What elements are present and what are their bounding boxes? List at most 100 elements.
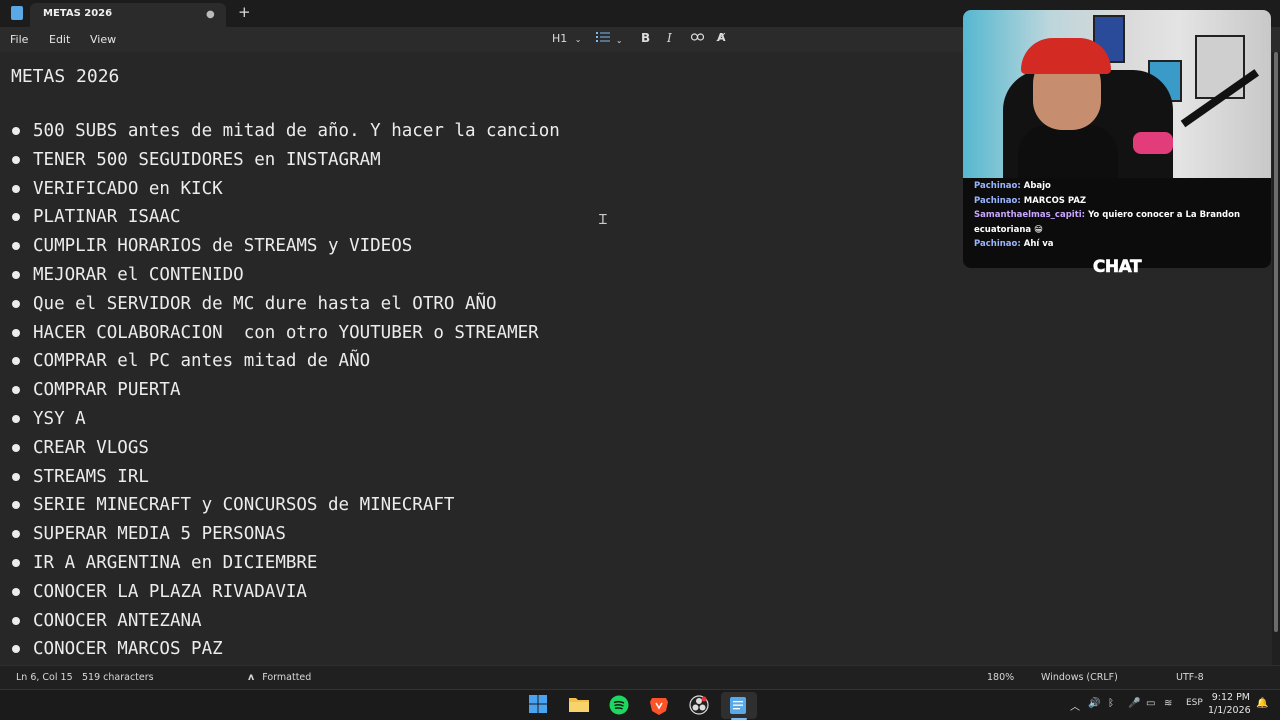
streamer-body (1018, 125, 1118, 178)
battery-icon[interactable]: ▭ (1146, 698, 1155, 709)
chat-message: Pachinao: Ahí va (974, 237, 1264, 252)
chat-username: Pachinao: (974, 181, 1021, 191)
bullet-icon (12, 587, 20, 596)
bullet-icon (12, 414, 20, 423)
chat-message: Pachinao: Abajo (974, 179, 1264, 194)
clock-time: 9:12 PM (1211, 692, 1250, 703)
chat-username: Pachinao: (974, 239, 1021, 249)
list-item-text: SUPERAR MEDIA 5 PERSONAS (33, 524, 286, 545)
bullet-icon (12, 558, 20, 567)
heading-dropdown[interactable]: H1 ⌄ (552, 32, 581, 45)
format-toggle[interactable]: ᴧ Formatted (248, 672, 311, 683)
bold-button[interactable]: B (641, 31, 650, 45)
red-cap (1021, 38, 1111, 74)
chevron-down-icon: ⌄ (574, 35, 582, 44)
bullet-icon (12, 357, 20, 366)
tray-overflow-chevron-icon[interactable]: ︿ (1070, 698, 1080, 713)
vertical-scrollbar[interactable] (1274, 52, 1278, 632)
list-item-text: CUMPLIR HORARIOS de STREAMS y VIDEOS (33, 236, 413, 257)
chat-username: Samanthaelmas_capiti: (974, 210, 1086, 220)
italic-button[interactable]: I (667, 31, 672, 45)
bullet-icon (12, 645, 20, 654)
list-item-text: COMPRAR PUERTA (33, 380, 181, 401)
list-item-text: STREAMS IRL (33, 466, 149, 487)
list-item-text: CREAR VLOGS (33, 437, 149, 458)
clear-formatting-button[interactable]: A̸ (717, 31, 726, 44)
obs-button[interactable] (689, 695, 709, 715)
microphone-icon[interactable]: 🎤 (1128, 698, 1140, 709)
webcam-feed (963, 10, 1271, 178)
zoom-level[interactable]: 180% (987, 672, 1014, 683)
bullet-icon (12, 328, 20, 337)
bullet-icon (12, 501, 20, 510)
bluetooth-icon[interactable]: ᛒ (1108, 698, 1114, 709)
chat-messages: Pachinao: Abajo Pachinao: MARCOS PAZ Saman… (974, 179, 1264, 252)
brave-browser-button[interactable] (649, 695, 669, 715)
list-item-text: CONOCER MARCOS PAZ (33, 639, 223, 660)
brave-lion-icon (650, 698, 668, 715)
wifi-icon[interactable]: ≋ (1164, 698, 1172, 709)
document-heading: METAS 2026 (11, 66, 120, 87)
bullet-icon (12, 155, 20, 164)
speaker-icon[interactable]: 🔊 (1088, 698, 1100, 709)
notification-bell-icon[interactable]: 🔔 (1256, 698, 1268, 709)
encoding[interactable]: UTF-8 (1176, 672, 1204, 683)
unsaved-indicator-icon[interactable]: ● (206, 9, 215, 20)
link-button[interactable] (690, 31, 705, 45)
chat-message: ecuatoriana 😁 (974, 223, 1264, 238)
bullet-icon (12, 530, 20, 539)
folder-icon (569, 698, 589, 712)
microphone (1133, 132, 1173, 154)
clock-date: 1/1/2026 (1208, 705, 1251, 716)
bullet-icon (12, 184, 20, 193)
chat-text: Yo quiero conocer a La Brandon (1088, 210, 1241, 220)
heading-label: H1 (552, 32, 568, 45)
list-item-text: CONOCER LA PLAZA RIVADAVIA (33, 581, 307, 602)
tab-title: METAS 2026 (43, 8, 113, 19)
chat-username: Pachinao: (974, 195, 1021, 206)
system-clock[interactable]: 9:12 PM 1/1/2026 (1208, 691, 1251, 717)
menu-view[interactable]: View (90, 33, 116, 46)
chat-message: Pachinao: MARCOS PAZ (974, 194, 1264, 209)
document-tab[interactable]: METAS 2026 ● (30, 3, 226, 27)
file-explorer-button[interactable] (569, 695, 589, 715)
bullet-icon (12, 472, 20, 481)
list-item-text: TENER 500 SEGUIDORES en INSTAGRAM (33, 149, 381, 170)
markdown-icon: ᴧ (248, 672, 255, 683)
taskbar: ︿ 🔊 ᛒ 🎤 ▭ ≋ ESP 9:12 PM 1/1/2026 🔔 (0, 689, 1280, 720)
text-cursor-icon: Ɪ (599, 212, 607, 228)
bullet-icon (12, 127, 20, 135)
list-item-text: VERIFICADO en KICK (33, 178, 223, 199)
character-count: 519 characters (82, 672, 154, 683)
list-item-text: HACER COLABORACION con otro YOUTUBER o S… (33, 322, 539, 343)
link-icon (690, 33, 705, 41)
notepad-app-icon (11, 6, 23, 20)
list-item-text: 500 SUBS antes de mitad de año. Y hacer … (33, 121, 560, 141)
list-item-text: SERIE MINECRAFT y CONCURSOS de MINECRAFT (33, 495, 455, 516)
chat-text: Abajo (1023, 181, 1051, 191)
status-bar: Ln 6, Col 15 519 characters ᴧ Formatted … (0, 665, 1280, 689)
menu-file[interactable]: File (10, 33, 28, 46)
bullet-icon (12, 213, 20, 222)
list-item-text: PLATINAR ISAAC (33, 207, 181, 228)
stream-overlay: Pachinao: Abajo Pachinao: MARCOS PAZ Saman… (963, 10, 1271, 268)
list-item-text: IR A ARGENTINA en DICIEMBRE (33, 552, 318, 573)
list-dropdown[interactable]: ⌄ (596, 31, 623, 46)
new-tab-button[interactable]: + (238, 3, 251, 21)
line-endings[interactable]: Windows (CRLF) (1041, 672, 1118, 683)
list-item-text: CONOCER ANTEZANA (33, 610, 202, 631)
chat-text: MARCOS PAZ (1023, 195, 1087, 206)
chevron-down-icon: ⌄ (615, 36, 623, 45)
menu-edit[interactable]: Edit (49, 33, 70, 46)
spotify-button[interactable] (609, 695, 629, 715)
language-indicator[interactable]: ESP (1186, 698, 1203, 708)
notepad-button[interactable] (729, 695, 749, 715)
start-button[interactable] (529, 695, 549, 715)
cursor-position: Ln 6, Col 15 (16, 672, 73, 683)
bullet-icon (12, 443, 20, 452)
chat-message: Samanthaelmas_capiti: Yo quiero conocer … (974, 208, 1264, 223)
obs-icon (689, 695, 709, 715)
chat-text: ecuatoriana 😁 (974, 224, 1043, 235)
notepad-icon (730, 697, 746, 714)
list-item-text: Que el SERVIDOR de MC dure hasta el OTRO… (33, 293, 497, 314)
